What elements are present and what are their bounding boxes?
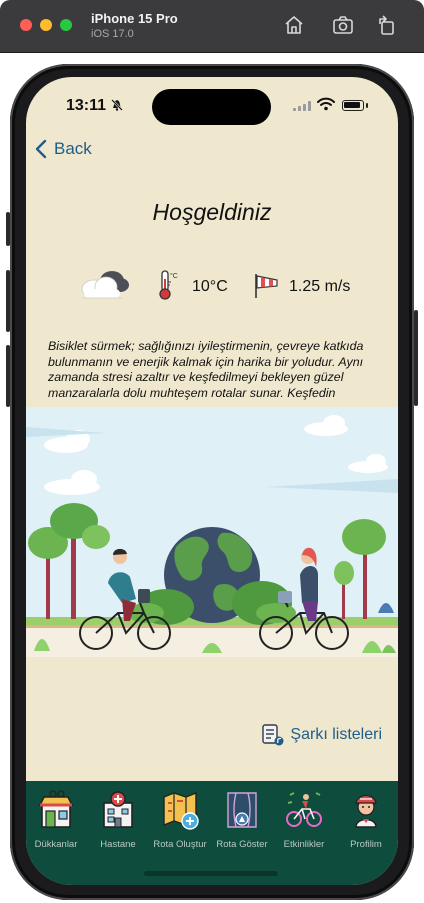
back-label: Back xyxy=(54,139,92,158)
close-window-button[interactable] xyxy=(20,19,32,31)
tab-hospital[interactable]: Hastane xyxy=(86,789,150,850)
wifi-icon xyxy=(317,97,335,111)
os-version: iOS 17.0 xyxy=(91,28,134,40)
tab-shops[interactable]: Dükkanlar xyxy=(26,789,88,850)
profile-icon xyxy=(355,794,377,828)
windsock-icon xyxy=(255,274,278,298)
hospital-icon xyxy=(103,791,133,828)
tab-create-route[interactable]: Rota Oluştur xyxy=(148,789,212,850)
tab-label: Rota Göster xyxy=(216,839,268,850)
rotate-icon[interactable] xyxy=(376,14,398,36)
home-icon[interactable] xyxy=(283,14,305,36)
tab-events[interactable]: Etkinlikler xyxy=(272,789,336,850)
zoom-window-button[interactable] xyxy=(60,19,72,31)
tab-label: Rota Oluştur xyxy=(153,839,207,850)
dynamic-island xyxy=(152,89,271,125)
tab-label: Dükkanlar xyxy=(34,839,78,850)
volume-up-button xyxy=(6,270,10,332)
playlist-button[interactable]: Şarkı listeleri xyxy=(261,723,382,747)
battery-cap xyxy=(366,103,368,108)
tab-label: Profilim xyxy=(350,839,382,850)
minimize-window-button[interactable] xyxy=(40,19,52,31)
battery-icon xyxy=(342,100,364,111)
tab-label: Hastane xyxy=(100,839,136,850)
simulator-titlebar: iPhone 15 Pro iOS 17.0 xyxy=(0,0,424,52)
cyclist-event-icon xyxy=(286,792,322,827)
tab-profile[interactable]: Profilim xyxy=(334,789,398,850)
description-text: Bisiklet sürmek; sağlığınızı iyileştirme… xyxy=(48,339,364,400)
tab-label: Etkinlikler xyxy=(283,839,325,850)
svg-text:°C: °C xyxy=(170,272,178,280)
app-screen: 13:11 Back Hoşgeldiniz °C 10°C 1.25 m/s … xyxy=(26,77,398,885)
action-button xyxy=(6,212,10,246)
screenshot-icon[interactable] xyxy=(332,14,354,36)
thermometer-icon: °C xyxy=(159,270,178,300)
status-time: 13:11 xyxy=(66,97,107,114)
volume-down-button xyxy=(6,345,10,407)
temperature-value: 10°C xyxy=(192,278,228,295)
route-icon xyxy=(227,792,257,828)
tab-show-route[interactable]: Rota Göster xyxy=(210,789,274,850)
shop-icon xyxy=(38,790,74,828)
map-add-icon xyxy=(163,791,199,830)
page-title: Hoşgeldiniz xyxy=(152,199,272,225)
playlist-icon xyxy=(262,724,284,746)
wind-speed-value: 1.25 m/s xyxy=(289,278,351,295)
home-indicator[interactable] xyxy=(144,871,278,876)
chevron-left-icon xyxy=(35,139,47,159)
tab-bar: Dükkanlar Hastane Rota Oluştur Rota Göst… xyxy=(26,781,398,885)
signal-icon xyxy=(293,101,311,111)
partly-cloudy-icon xyxy=(81,271,129,299)
device-name: iPhone 15 Pro xyxy=(91,11,178,26)
weather-row: °C 10°C 1.25 m/s xyxy=(26,267,398,307)
back-button[interactable]: Back xyxy=(34,139,92,159)
bell-slash-icon xyxy=(111,99,123,111)
playlist-label: Şarkı listeleri xyxy=(290,726,382,743)
cyclists-earth-illustration xyxy=(26,407,398,657)
power-button xyxy=(414,310,418,406)
